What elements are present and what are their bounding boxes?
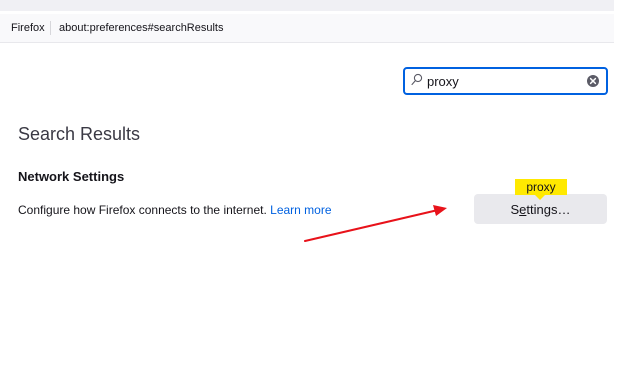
url-text[interactable]: about:preferences#searchResults	[59, 14, 223, 42]
identity-label[interactable]: Firefox	[11, 14, 45, 42]
description-text: Configure how Firefox connects to the in…	[18, 203, 267, 217]
search-match-tooltip: proxy	[515, 179, 567, 195]
search-input[interactable]	[427, 71, 577, 91]
search-results-heading: Search Results	[18, 124, 141, 144]
network-settings-description: Configure how Firefox connects to the in…	[18, 203, 332, 217]
search-icon	[411, 73, 423, 86]
settings-label-end: ttings…	[526, 201, 571, 217]
url-bar[interactable]: Firefox about:preferences#searchResults	[0, 14, 614, 43]
preferences-search-box[interactable]	[403, 67, 608, 95]
tooltip-pointer	[535, 195, 545, 200]
settings-label-start: S	[510, 201, 520, 217]
network-settings-title: Network Settings	[18, 169, 125, 184]
tab-strip	[0, 0, 614, 11]
clear-icon[interactable]	[586, 74, 600, 88]
url-separator	[50, 21, 51, 35]
preferences-window: Firefox about:preferences#searchResults …	[0, 0, 626, 369]
learn-more-link[interactable]: Learn more	[270, 203, 331, 217]
